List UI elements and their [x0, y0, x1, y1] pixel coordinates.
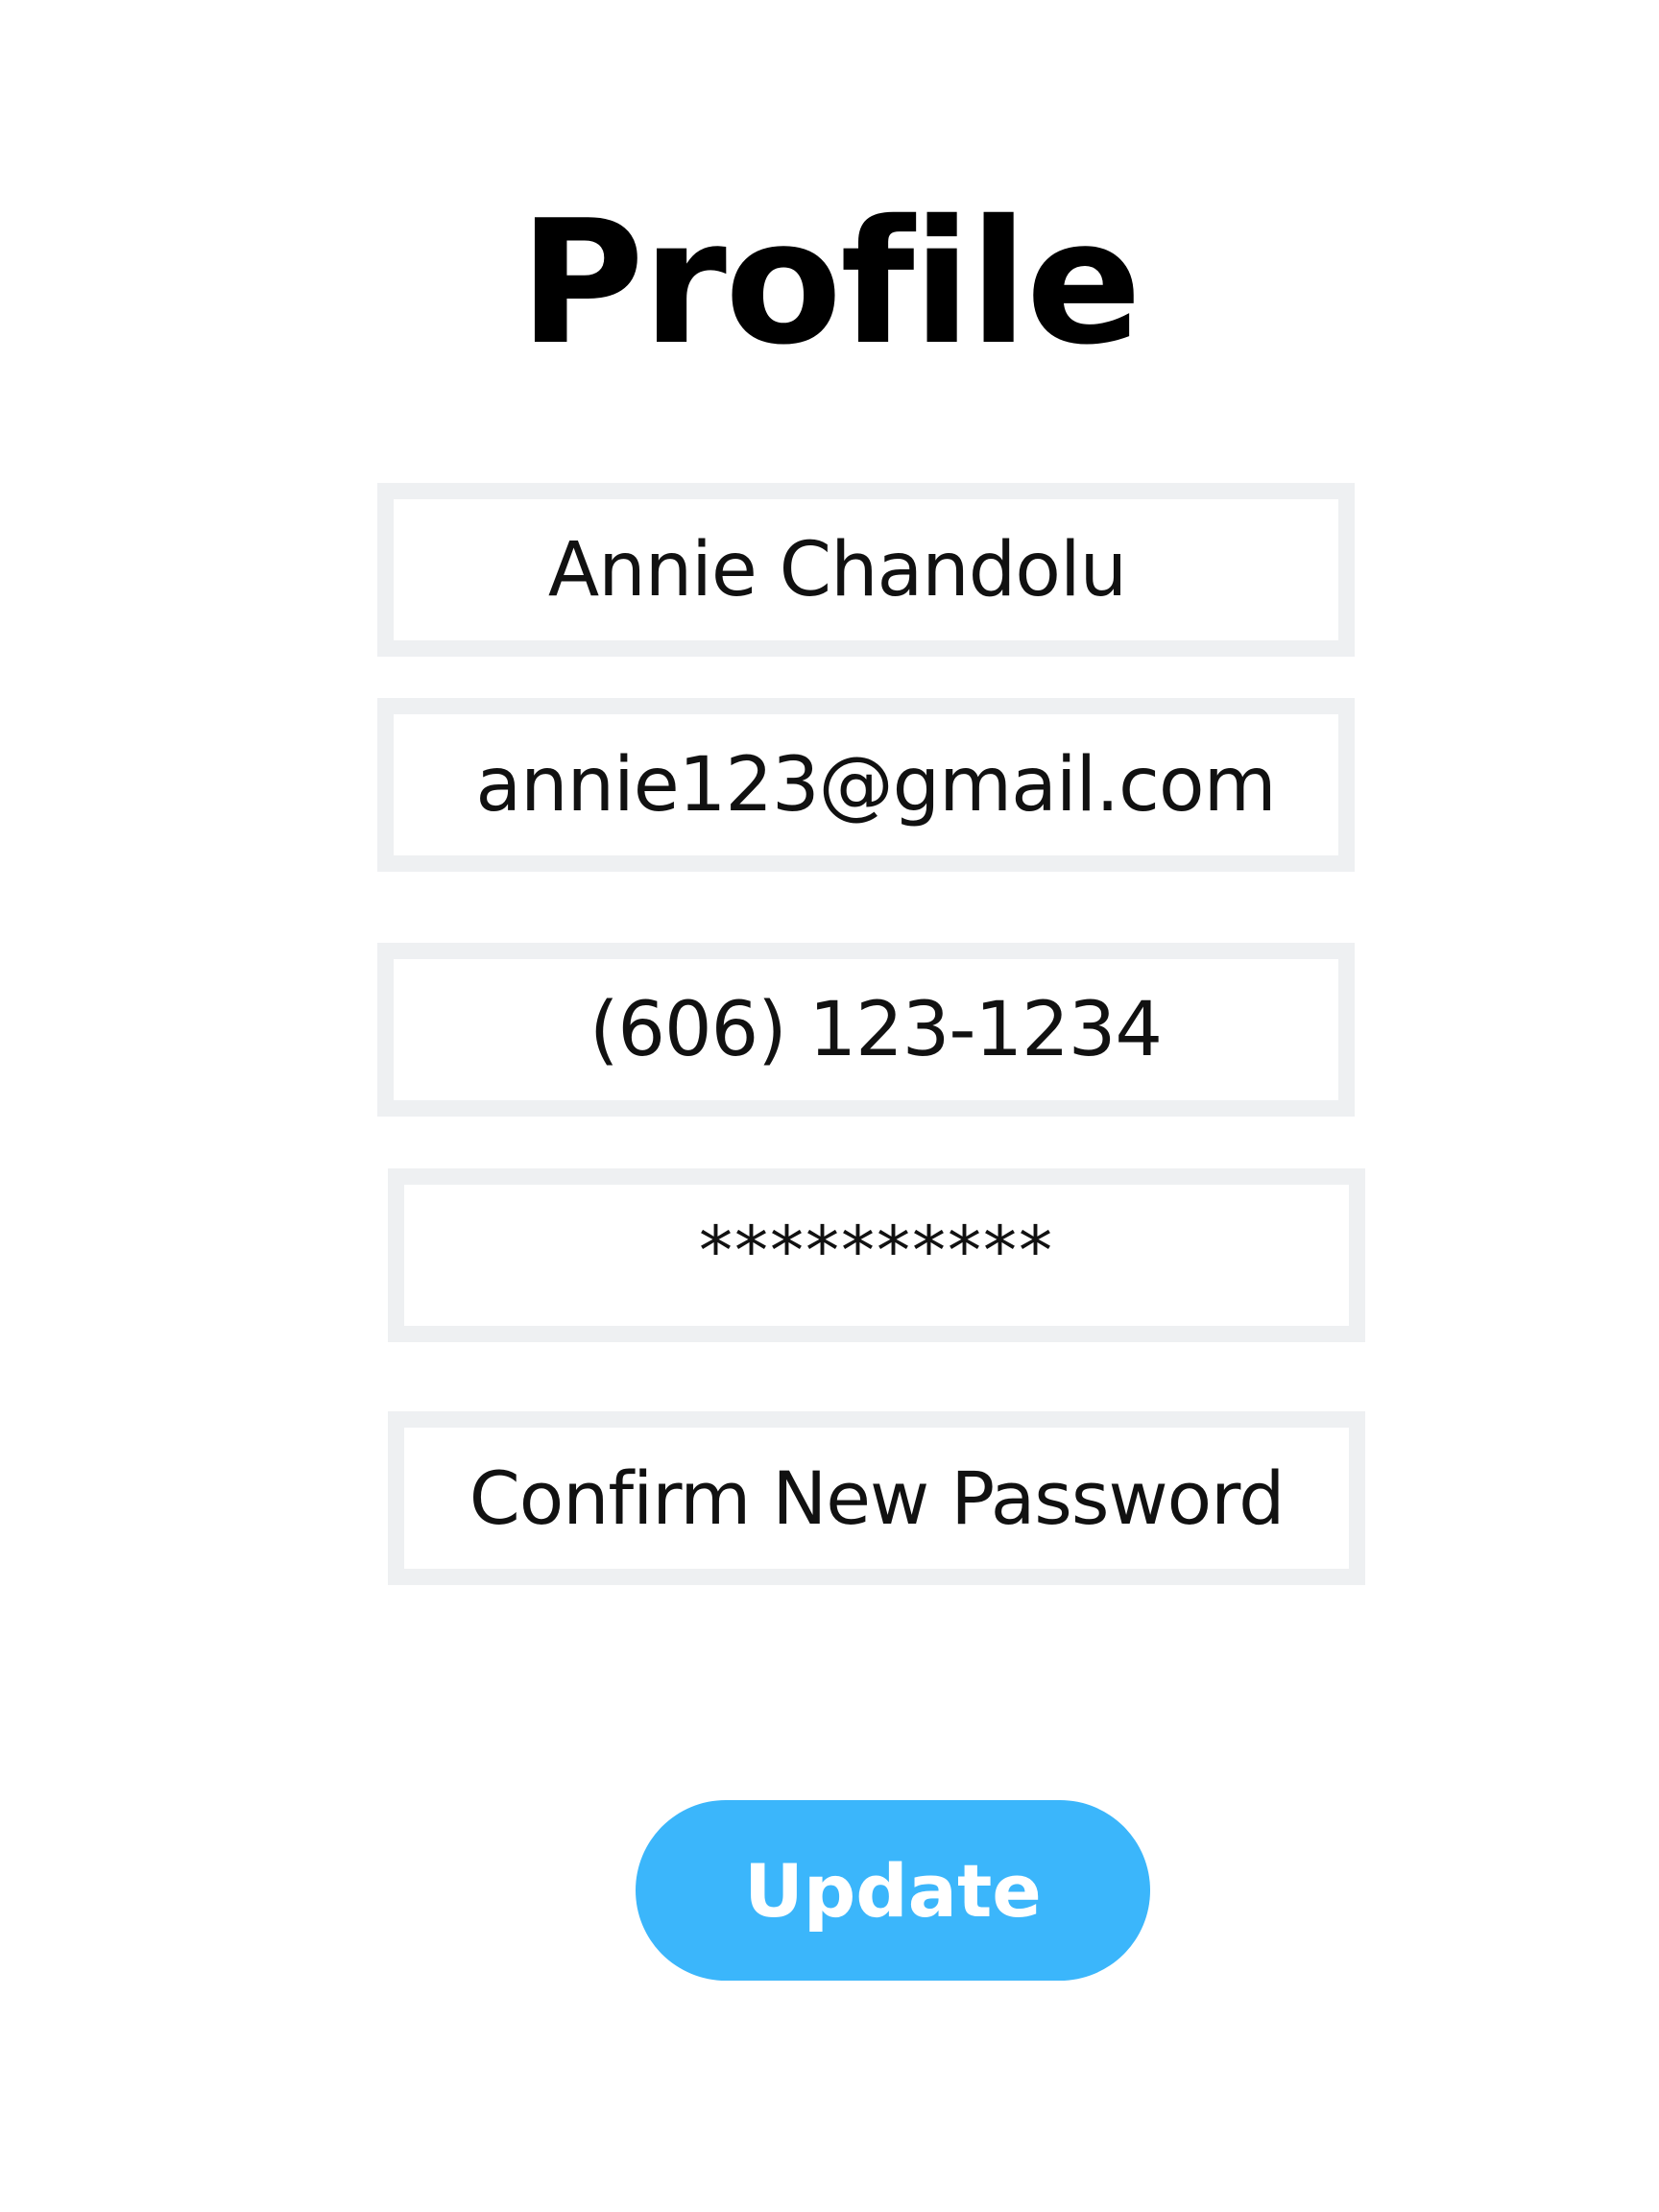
name-field-value: Annie Chandolu	[547, 526, 1127, 613]
name-field[interactable]: Annie Chandolu	[377, 483, 1355, 657]
new-password-field[interactable]: **********	[388, 1168, 1365, 1342]
confirm-password-placeholder: Confirm New Password	[469, 1455, 1286, 1541]
email-field-value: annie123@gmail.com	[475, 741, 1276, 829]
phone-field-value: (606) 123-1234	[589, 986, 1163, 1073]
confirm-password-field[interactable]: Confirm New Password	[388, 1411, 1365, 1585]
new-password-field-value: **********	[699, 1211, 1054, 1290]
phone-field[interactable]: (606) 123-1234	[377, 943, 1355, 1117]
page-title: Profile	[518, 183, 1142, 382]
email-field[interactable]: annie123@gmail.com	[377, 698, 1355, 872]
update-button[interactable]: Update	[636, 1800, 1150, 1981]
